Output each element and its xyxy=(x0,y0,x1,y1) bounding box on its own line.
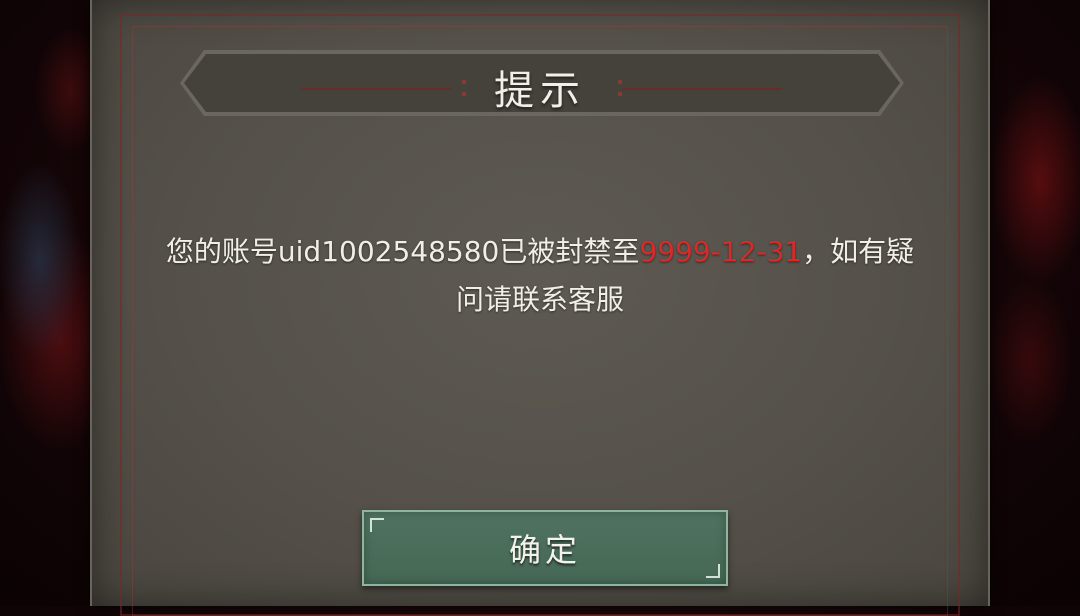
title-dot-icon xyxy=(618,92,622,96)
notice-dialog: 提示 您的账号uid1002548580已被封禁至9999-12-31，如有疑问… xyxy=(90,0,990,616)
title-dot-icon xyxy=(462,92,466,96)
title-banner-border xyxy=(180,50,904,116)
dialog-title: 提示 xyxy=(494,68,586,114)
confirm-button[interactable]: 确定 xyxy=(362,510,728,586)
title-dot-icon xyxy=(618,80,622,84)
confirm-button-label: 确定 xyxy=(508,531,581,569)
corner-bracket-icon xyxy=(370,518,384,532)
message-suffix: ，如有疑问请联系客服 xyxy=(455,235,915,316)
ban-message: 您的账号uid1002548580已被封禁至9999-12-31，如有疑问请联系… xyxy=(162,228,918,324)
corner-bracket-icon xyxy=(706,564,720,578)
title-banner xyxy=(184,54,900,112)
ban-until-date: 9999-12-31 xyxy=(639,235,803,268)
title-ornament-left xyxy=(302,88,452,90)
message-prefix: 您的账号uid1002548580已被封禁至 xyxy=(165,235,640,268)
title-ornament-right xyxy=(622,88,782,90)
title-dot-icon xyxy=(462,80,466,84)
